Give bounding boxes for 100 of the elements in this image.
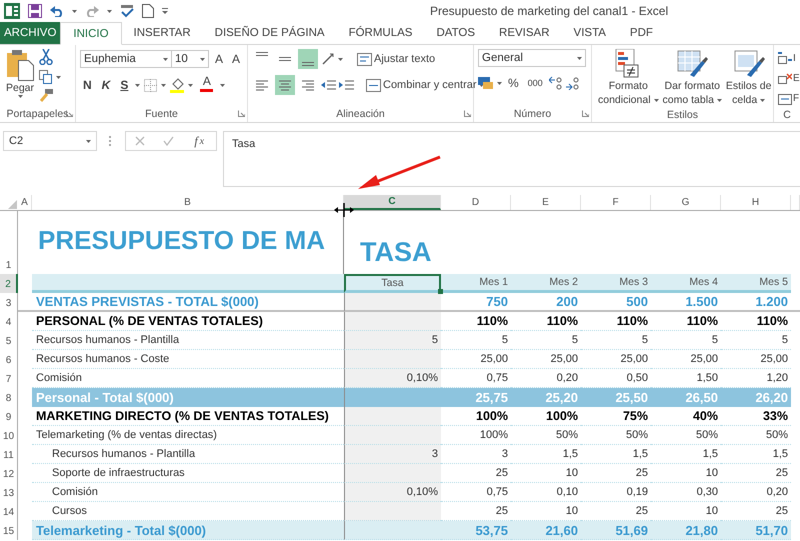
row-header[interactable]: 14 [0, 502, 18, 521]
caret-icon[interactable] [56, 76, 62, 78]
cell-styles-button[interactable]: Estilos de celda [724, 49, 774, 107]
ribbon-tab[interactable]: DISEÑO DE PÁGINA [202, 22, 337, 44]
row-header[interactable]: 10 [0, 426, 18, 445]
column-header[interactable]: C [344, 195, 441, 210]
wrap-text-button[interactable]: Ajustar texto [354, 49, 438, 69]
row-header[interactable]: 3 [0, 293, 18, 312]
align-right-icon [301, 78, 315, 92]
align-center-button[interactable] [275, 75, 295, 95]
fill-handle[interactable] [438, 289, 443, 294]
conditional-format-button[interactable]: Formato condicional [596, 49, 661, 107]
ribbon-tab[interactable]: INSERTAR [122, 22, 203, 44]
customize-icon[interactable] [162, 8, 168, 14]
bold-button[interactable]: N [80, 75, 95, 95]
row-header[interactable]: 8 [0, 388, 18, 407]
row-header[interactable]: 4 [0, 312, 18, 331]
caret-icon[interactable] [161, 84, 166, 86]
font-name-field[interactable]: Euphemia [80, 50, 172, 68]
ribbon-tab[interactable]: ARCHIVO [0, 22, 60, 44]
table-cell: 110% [511, 312, 581, 331]
ribbon-tab[interactable]: VISTA [562, 22, 618, 44]
row-header[interactable]: 7 [0, 369, 18, 388]
undo-icon[interactable] [50, 5, 64, 17]
font-color-button[interactable]: A [197, 75, 216, 95]
name-box[interactable]: C2 [3, 131, 97, 151]
underline-button[interactable]: S [117, 75, 132, 95]
caret-icon[interactable] [497, 82, 502, 84]
table-cell: 33% [721, 407, 791, 426]
caret-icon[interactable] [72, 10, 77, 12]
orientation-icon[interactable] [321, 52, 335, 66]
color-bar-icon [200, 89, 214, 92]
dialog-launcher-icon[interactable] [582, 110, 589, 117]
row-header[interactable]: 13 [0, 483, 18, 502]
table-cell: 26,20 [721, 388, 791, 407]
dialog-launcher-icon[interactable] [464, 110, 471, 117]
borders-icon[interactable] [144, 78, 158, 92]
new-document-icon[interactable] [142, 4, 154, 18]
number-format-field[interactable]: General [478, 49, 586, 67]
format-table-icon [676, 49, 708, 79]
row-header[interactable]: 9 [0, 407, 18, 426]
table-cell: 21,60 [511, 521, 581, 540]
ribbon-tab[interactable]: FÓRMULAS [336, 22, 424, 44]
italic-button[interactable]: K [98, 75, 114, 95]
copy-icon[interactable] [39, 70, 54, 84]
merge-center-button[interactable]: Combinar y centrar [363, 75, 487, 95]
table-cell: 25,00 [651, 350, 721, 369]
column-header[interactable]: A [18, 195, 32, 210]
format-as-table-button[interactable]: Dar formato como tabla [660, 49, 724, 107]
caret-icon[interactable] [220, 84, 226, 86]
caret-icon[interactable] [107, 10, 112, 12]
dialog-launcher-icon[interactable] [238, 110, 245, 117]
row-header[interactable]: 15 [0, 521, 18, 540]
ribbon-tab[interactable]: DATOS [424, 22, 488, 44]
table-cell[interactable]: Tasa [344, 274, 441, 293]
ribbon-tab[interactable]: REVISAR [487, 22, 562, 44]
ribbon-tab[interactable]: PDF [618, 22, 665, 44]
caret-icon[interactable] [188, 84, 194, 86]
paste-button[interactable]: Pegar [4, 49, 36, 106]
formula-field[interactable]: Tasa [223, 131, 800, 187]
row-header[interactable]: 2 [0, 274, 18, 293]
caret-icon[interactable] [338, 58, 343, 60]
row-header[interactable]: 12 [0, 464, 18, 483]
insert-cells-button[interactable]: I [778, 49, 796, 67]
decrease-decimal-icon[interactable] [566, 76, 580, 90]
ribbon-tab[interactable]: INICIO [60, 22, 122, 45]
table-cell: 5 [721, 331, 791, 350]
cut-icon[interactable] [39, 49, 54, 65]
column-header[interactable]: D [441, 195, 511, 210]
percent-button[interactable]: % [505, 73, 522, 93]
table-cell: 51,70 [721, 521, 791, 540]
currency-icon[interactable] [478, 76, 494, 90]
app-logo-icon [4, 3, 20, 19]
font-size-field[interactable]: 10 [171, 50, 209, 68]
table-cell: Mes 2 [511, 274, 581, 293]
table-cell: 25,20 [511, 388, 581, 407]
caret-icon [760, 98, 766, 102]
increase-decimal-icon[interactable] [548, 76, 563, 90]
resize-cursor-icon [334, 203, 354, 217]
fill-color-icon[interactable] [170, 78, 184, 92]
grow-font-button[interactable]: A [212, 49, 226, 69]
column-header[interactable]: E [511, 195, 581, 210]
thousands-button[interactable]: 000 [524, 73, 546, 93]
format-painter-icon[interactable] [39, 89, 54, 103]
spelling-check-icon[interactable] [120, 4, 134, 18]
caret-icon[interactable] [135, 84, 140, 86]
decrease-indent-icon[interactable] [321, 78, 336, 92]
table-cell: 110% [581, 312, 651, 331]
row-header[interactable]: 11 [0, 445, 18, 464]
table-cell: 10 [511, 464, 581, 483]
align-bottom-button[interactable] [298, 49, 318, 69]
column-header[interactable]: H [721, 195, 791, 210]
column-header[interactable]: G [651, 195, 721, 210]
row-header[interactable]: 6 [0, 350, 18, 369]
row-header[interactable]: 5 [0, 331, 18, 350]
shrink-font-button[interactable]: A [229, 49, 244, 69]
column-header[interactable]: F [581, 195, 651, 210]
increase-indent-icon[interactable] [339, 78, 354, 92]
save-icon[interactable] [28, 4, 42, 18]
window-title: Presupuesto de marketing del canal1 - Excel [430, 4, 668, 18]
